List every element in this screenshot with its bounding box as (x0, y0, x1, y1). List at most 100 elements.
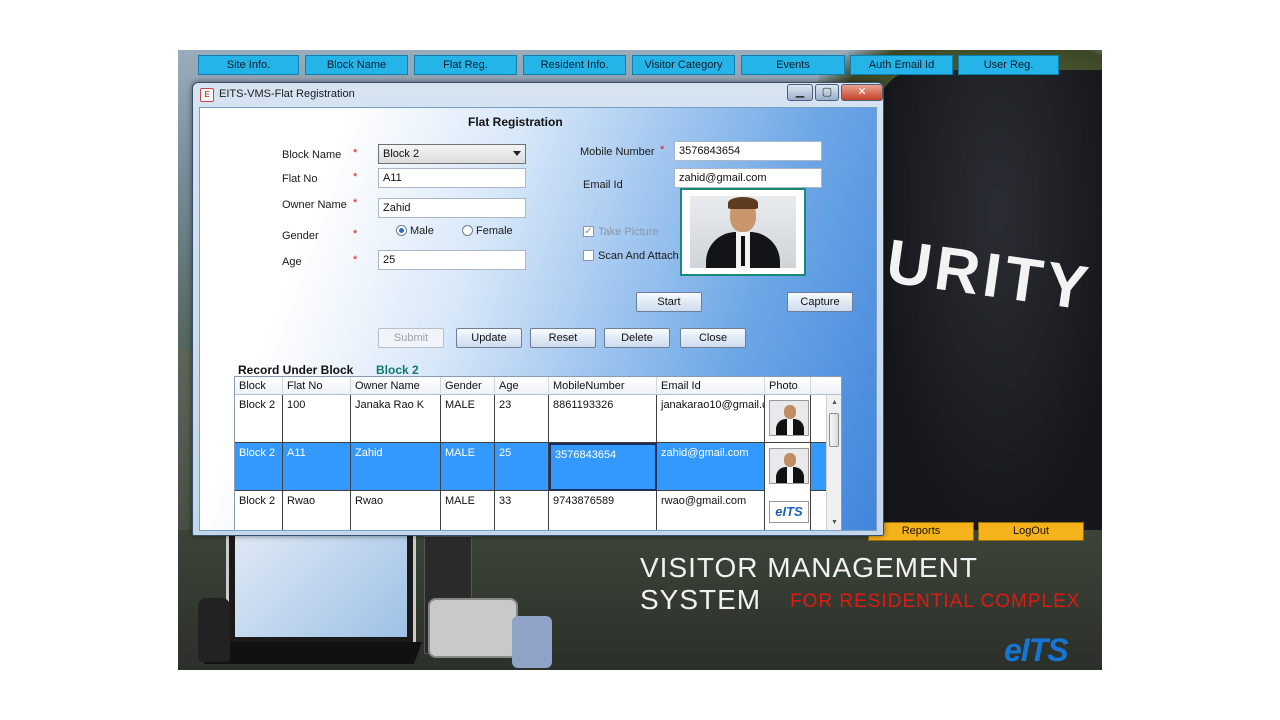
cell-flat-no: A11 (283, 443, 351, 491)
table-row[interactable]: Block 2 Rwao Rwao MALE 33 9743876589 rwa… (235, 491, 827, 530)
column-header[interactable]: Photo (765, 377, 811, 395)
cell-email: zahid@gmail.com (657, 443, 765, 491)
eits-logo: eITS (1004, 632, 1069, 668)
maximize-icon[interactable]: ▢ (815, 84, 839, 101)
flat-no-label: Flat No (282, 173, 318, 185)
table-row-selected[interactable]: Block 2 A11 Zahid MALE 25 3576843654 zah… (235, 443, 827, 491)
form-heading: Flat Registration (468, 115, 563, 129)
cell-photo: eITS (765, 491, 811, 530)
promo-keyboard-image (203, 642, 423, 664)
mobile-number-input[interactable]: 3576843654 (674, 141, 822, 161)
table-row[interactable]: Block 2 100 Janaka Rao K MALE 23 8861193… (235, 395, 827, 443)
menu-visitor-category[interactable]: Visitor Category (632, 55, 735, 75)
cell-photo (765, 395, 811, 443)
scrollbar-thumb[interactable] (829, 413, 839, 447)
required-mark: * (353, 171, 358, 183)
required-mark: * (660, 144, 665, 156)
menu-resident-info[interactable]: Resident Info. (523, 55, 626, 75)
menu-auth-email-id[interactable]: Auth Email Id (850, 55, 953, 75)
capture-button[interactable]: Capture (787, 292, 853, 312)
column-header[interactable]: Flat No (283, 377, 351, 395)
block-name-value: Block 2 (383, 148, 420, 160)
records-block-name: Block 2 (376, 363, 419, 377)
gender-female-label: Female (476, 225, 513, 237)
block-name-dropdown[interactable]: Block 2 (378, 144, 526, 164)
take-picture-label: Take Picture (598, 226, 659, 238)
delete-button[interactable]: Delete (604, 328, 670, 348)
promo-monitor-image (226, 526, 416, 646)
reset-button[interactable]: Reset (530, 328, 596, 348)
cell-owner-name: Rwao (351, 491, 441, 530)
records-title: Record Under Block (238, 363, 354, 377)
records-grid: Block Flat No Owner Name Gender Age Mobi… (234, 376, 842, 530)
cell-mobile: 9743876589 (549, 491, 657, 530)
required-mark: * (353, 228, 358, 240)
gender-female-radio[interactable] (462, 225, 473, 236)
flat-no-input[interactable]: A11 (378, 168, 526, 188)
grid-vertical-scrollbar[interactable]: ▲ ▼ (826, 395, 841, 530)
column-header[interactable]: MobileNumber (549, 377, 657, 395)
gender-label: Gender (282, 230, 319, 242)
cell-gender: MALE (441, 395, 495, 443)
email-id-input[interactable]: zahid@gmail.com (674, 168, 822, 188)
grid-header-row: Block Flat No Owner Name Gender Age Mobi… (235, 377, 841, 395)
cell-photo (765, 443, 811, 491)
column-header[interactable]: Block (235, 377, 283, 395)
resident-photo-thumbnail (769, 400, 809, 436)
scroll-down-icon[interactable]: ▼ (831, 519, 838, 526)
cell-flat-no: 100 (283, 395, 351, 443)
promo-printer-image (428, 598, 518, 658)
scan-attach-checkbox[interactable] (583, 250, 594, 261)
owner-name-input[interactable]: Zahid (378, 198, 526, 218)
menu-flat-reg[interactable]: Flat Reg. (414, 55, 517, 75)
menu-user-reg[interactable]: User Reg. (958, 55, 1059, 75)
cell-email: rwao@gmail.com (657, 491, 765, 530)
column-header[interactable]: Email Id (657, 377, 765, 395)
close-icon[interactable]: ✕ (841, 84, 883, 101)
gender-male-radio[interactable] (396, 225, 407, 236)
window-title: EITS-VMS-Flat Registration (219, 88, 355, 100)
cell-mobile: 8861193326 (549, 395, 657, 443)
column-header[interactable]: Owner Name (351, 377, 441, 395)
age-label: Age (282, 256, 302, 268)
window-client-area: Flat Registration Block Name * Block 2 F… (199, 107, 877, 531)
cell-mobile-current: 3576843654 (549, 443, 657, 491)
system-subtitle: FOR RESIDENTIAL COMPLEX (790, 591, 1081, 612)
flat-registration-window: E EITS-VMS-Flat Registration ▁ ▢ ✕ Flat … (192, 82, 884, 536)
email-id-label: Email Id (583, 179, 623, 191)
window-titlebar[interactable]: E EITS-VMS-Flat Registration ▁ ▢ ✕ (193, 83, 883, 107)
cell-gender: MALE (441, 491, 495, 530)
close-button[interactable]: Close (680, 328, 746, 348)
start-button[interactable]: Start (636, 292, 702, 312)
cell-flat-no: Rwao (283, 491, 351, 530)
captured-photo-frame (680, 188, 806, 276)
minimize-icon[interactable]: ▁ (787, 84, 813, 101)
menu-block-name[interactable]: Block Name (305, 55, 408, 75)
cell-block: Block 2 (235, 395, 283, 443)
column-header[interactable]: Gender (441, 377, 495, 395)
take-picture-checkbox[interactable]: ✓ (583, 226, 594, 237)
desktop-screen: URITY Site Info. Block Name Flat Reg. Re… (178, 50, 1102, 670)
update-button[interactable]: Update (456, 328, 522, 348)
menu-site-info[interactable]: Site Info. (198, 55, 299, 75)
scroll-up-icon[interactable]: ▲ (831, 399, 838, 406)
cell-block: Block 2 (235, 443, 283, 491)
gender-male-label: Male (410, 225, 434, 237)
logout-button[interactable]: LogOut (978, 522, 1084, 541)
menu-events[interactable]: Events (741, 55, 845, 75)
app-icon: E (200, 88, 214, 102)
chevron-down-icon (513, 151, 521, 156)
cell-gender: MALE (441, 443, 495, 491)
eits-logo-thumbnail: eITS (769, 501, 809, 523)
required-mark: * (353, 254, 358, 266)
cell-age: 33 (495, 491, 549, 530)
submit-button[interactable]: Submit (378, 328, 444, 348)
required-mark: * (353, 197, 358, 209)
required-mark: * (353, 147, 358, 159)
promo-barcode-scanner-image (198, 598, 230, 662)
block-name-label: Block Name (282, 149, 342, 161)
age-input[interactable]: 25 (378, 250, 526, 270)
mobile-number-label: Mobile Number (580, 146, 655, 158)
owner-name-label: Owner Name (282, 199, 347, 211)
column-header[interactable]: Age (495, 377, 549, 395)
